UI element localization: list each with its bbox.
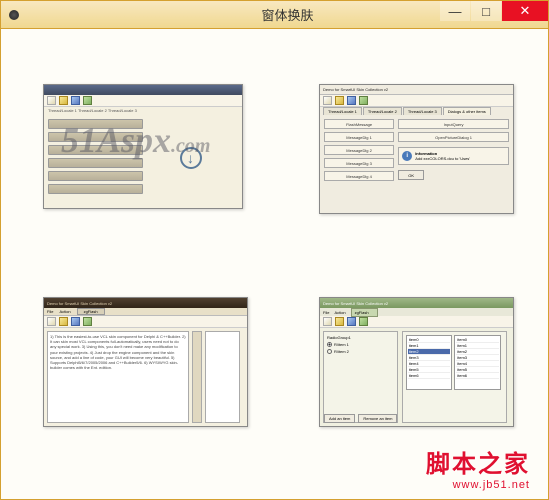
client-area: 51Aspx.com Thread/Locale 1 Thread/Locale… xyxy=(1,29,548,499)
preview2-toolbar xyxy=(320,95,513,107)
titlebar[interactable]: 窗体换肤 — □ ✕ xyxy=(1,1,548,29)
settings-icon xyxy=(359,317,368,326)
listbox-1: item0item1 item2item3 item4item5 item6 xyxy=(406,335,452,390)
settings-icon xyxy=(359,96,368,105)
open-icon xyxy=(59,96,68,105)
listbox-2: item0item1 item2item3 item4item5 item6 xyxy=(454,335,500,390)
scrollbar xyxy=(192,331,202,423)
save-icon xyxy=(347,96,356,105)
open-icon xyxy=(335,317,344,326)
preview2-body: FlashMessage MessageDlg 1 MessageDlg 2 M… xyxy=(320,115,513,185)
preview-button xyxy=(48,158,143,168)
app-icon xyxy=(9,10,19,20)
save-icon xyxy=(71,96,80,105)
add-item-button: Add an item xyxy=(324,414,355,423)
dropdown: zgFlash xyxy=(77,308,105,315)
preview4-menu: File Action zgFlash xyxy=(320,308,513,316)
open-icon xyxy=(59,317,68,326)
settings-icon xyxy=(83,96,92,105)
preview-button: MessageDlg 1 xyxy=(324,132,394,142)
settings-icon xyxy=(83,317,92,326)
listbox xyxy=(205,331,240,423)
remove-item-button: Remove an item xyxy=(358,414,397,423)
info-icon: i xyxy=(402,151,412,161)
preview-button: InputQuery xyxy=(398,119,509,129)
preview3-toolbar xyxy=(44,316,247,328)
preview-button: OpenPictureDialog 1 xyxy=(398,132,509,142)
dropdown: zgFlash xyxy=(351,308,378,317)
preview-button xyxy=(48,119,143,129)
main-window: 窗体换肤 — □ ✕ 51Aspx.com Thread/Locale 1 Th… xyxy=(0,0,549,500)
skin-preview-1[interactable]: Thread/Locale 1 Thread/Locale 2 Thread/L… xyxy=(43,84,243,209)
preview-button xyxy=(48,132,143,142)
new-icon xyxy=(47,96,56,105)
download-icon: ↓ xyxy=(180,147,202,169)
open-icon xyxy=(335,96,344,105)
preview1-titlebar xyxy=(44,85,242,95)
radio-icon xyxy=(327,342,332,347)
new-icon xyxy=(323,96,332,105)
preview3-menu: File Action zgFlash xyxy=(44,308,247,316)
preview4-toolbar xyxy=(320,316,513,328)
skin-preview-4[interactable]: Demo for SmartUI Skin Collection v2 File… xyxy=(319,297,514,427)
site-url: www.jb51.net xyxy=(426,479,530,491)
preview-button xyxy=(48,145,143,155)
save-icon xyxy=(347,317,356,326)
preview1-body: Thread/Locale 1 Thread/Locale 2 Thread/L… xyxy=(44,107,242,208)
radiogroup-panel: RadioGroup1 R/item 1 R/item 2 xyxy=(323,331,398,423)
new-icon xyxy=(47,317,56,326)
preview3-titlebar: Demo for SmartUI Skin Collection v2 xyxy=(44,298,247,308)
preview1-toolbar xyxy=(44,95,242,107)
skin-preview-3[interactable]: Demo for SmartUI Skin Collection v2 File… xyxy=(43,297,248,427)
skin-preview-2[interactable]: Demo for SmartUI Skin Collection v2 Thre… xyxy=(319,84,514,214)
info-box: i Information Add xxxCOLORS.dcu to 'Uses… xyxy=(398,147,509,165)
preview-button: MessageDlg 3 xyxy=(324,158,394,168)
preview2-titlebar: Demo for SmartUI Skin Collection v2 xyxy=(320,85,513,95)
ok-button: OK xyxy=(398,170,424,180)
maximize-button[interactable]: □ xyxy=(471,1,501,21)
new-icon xyxy=(323,317,332,326)
radio-icon xyxy=(327,349,332,354)
site-name: 脚本之家 xyxy=(426,444,530,479)
preview-button xyxy=(48,171,143,181)
preview4-body: RadioGroup1 R/item 1 R/item 2 item0item1… xyxy=(320,328,513,426)
window-controls: — □ ✕ xyxy=(440,1,548,28)
preview4-titlebar: Demo for SmartUI Skin Collection v2 xyxy=(320,298,513,308)
memo-text: 1) This is the easiest-to-use VCL skin c… xyxy=(47,331,189,423)
button-bar: Add an item Remove an item xyxy=(324,414,397,423)
save-icon xyxy=(71,317,80,326)
preview-button xyxy=(48,184,143,194)
tabsheet-panel: item0item1 item2item3 item4item5 item6 i… xyxy=(402,331,507,423)
preview3-body: 1) This is the easiest-to-use VCL skin c… xyxy=(44,328,247,426)
preview-button: MessageDlg 2 xyxy=(324,145,394,155)
preview2-tabs: Thread/Locale 1 Thread/Locale 2 Thread/L… xyxy=(320,107,513,115)
preview-button: FlashMessage xyxy=(324,119,394,129)
footer-watermark: 脚本之家 www.jb51.net xyxy=(426,444,530,491)
close-button[interactable]: ✕ xyxy=(502,1,548,21)
minimize-button[interactable]: — xyxy=(440,1,470,21)
preview-button: MessageDlg 4 xyxy=(324,171,394,181)
